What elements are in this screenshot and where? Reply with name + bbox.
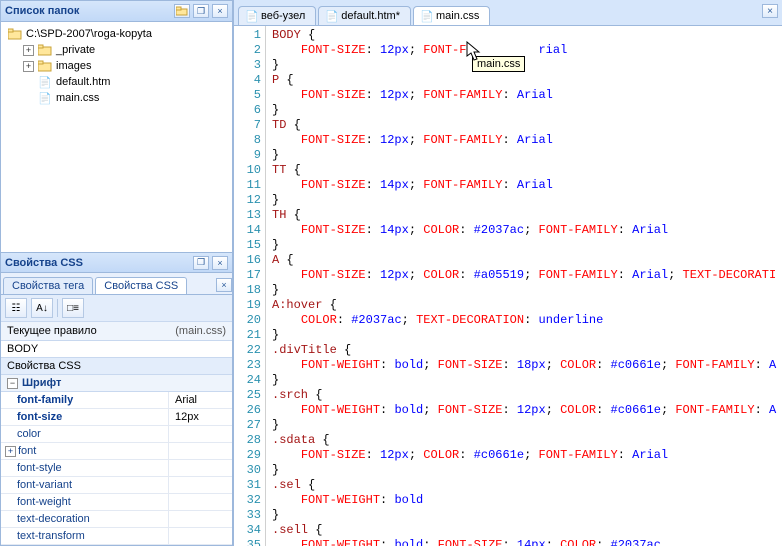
- property-row[interactable]: text-transform: [1, 528, 232, 545]
- tb-sort-icon[interactable]: A↓: [31, 298, 53, 318]
- line-gutter: 1234567891011121314151617181920212223242…: [234, 26, 266, 546]
- folder-list-header: Список папок ❐ ×: [0, 0, 233, 22]
- tb-categorized-icon[interactable]: ☷: [5, 298, 27, 318]
- editor-tab[interactable]: 📄default.htm*: [318, 6, 411, 25]
- property-row[interactable]: font-familyArial: [1, 392, 232, 409]
- folder-close-icon[interactable]: ×: [212, 4, 228, 18]
- folder-new-icon[interactable]: [174, 4, 190, 18]
- tree-root[interactable]: C:\SPD-2007\roga-kopyta: [3, 26, 230, 42]
- property-row[interactable]: text-decoration: [1, 511, 232, 528]
- folder-open-icon: [7, 27, 23, 41]
- property-row[interactable]: font-style: [1, 460, 232, 477]
- property-row[interactable]: font-size12px: [1, 409, 232, 426]
- tab-css-props[interactable]: Свойства CSS: [95, 277, 187, 294]
- tab-tooltip: main.css: [472, 56, 525, 72]
- css-file-icon: 📄: [37, 91, 53, 105]
- css-toolbar: ☷ A↓ □≡: [1, 295, 232, 322]
- plus-icon[interactable]: +: [23, 61, 34, 72]
- editor-tab-close-icon[interactable]: ×: [762, 4, 778, 18]
- folder-icon: [37, 59, 53, 73]
- editor-tab-strip: 📄веб-узел📄default.htm*📄main.css ×: [234, 0, 782, 26]
- code-content[interactable]: BODY { FONT-SIZE: 12px; FONT-FA rial}P {…: [266, 26, 782, 546]
- css-properties-panel: Свойства CSS ❐ × Свойства тега Свойства …: [0, 252, 233, 546]
- code-editor[interactable]: 1234567891011121314151617181920212223242…: [234, 26, 782, 546]
- editor-tab[interactable]: 📄веб-узел: [238, 6, 316, 25]
- tree-item[interactable]: 📄default.htm: [3, 74, 230, 90]
- category-font-row[interactable]: − Шрифт: [1, 375, 232, 392]
- current-rule-row: Текущее правило (main.css): [1, 322, 232, 341]
- css-pane-icon[interactable]: ❐: [193, 256, 209, 270]
- folder-icon: [37, 43, 53, 57]
- tb-show-icon[interactable]: □≡: [62, 298, 84, 318]
- minus-icon[interactable]: −: [7, 378, 18, 389]
- htm-file-icon: 📄: [37, 75, 53, 89]
- css-tabs-close-icon[interactable]: ×: [216, 278, 232, 292]
- tree-item[interactable]: +images: [3, 58, 230, 74]
- tree-item[interactable]: +_private: [3, 42, 230, 58]
- css-close-icon[interactable]: ×: [212, 256, 228, 270]
- tab-tag-props[interactable]: Свойства тега: [3, 277, 93, 294]
- property-row[interactable]: color: [1, 426, 232, 443]
- file-icon: 📄: [325, 10, 337, 22]
- tree-item[interactable]: 📄main.css: [3, 90, 230, 106]
- css-section-row: Свойства CSS: [1, 358, 232, 375]
- plus-icon[interactable]: +: [23, 45, 34, 56]
- editor-tab[interactable]: 📄main.css: [413, 6, 490, 25]
- selector-row[interactable]: BODY: [1, 341, 232, 358]
- folder-pane-icon[interactable]: ❐: [193, 4, 209, 18]
- css-panel-title: Свойства CSS: [5, 257, 193, 269]
- property-table: font-familyArialfont-size12pxcolor+fontf…: [1, 392, 232, 545]
- property-row[interactable]: font-weight: [1, 494, 232, 511]
- folder-list-title: Список папок: [5, 5, 174, 17]
- file-icon: 📄: [420, 10, 432, 22]
- property-row[interactable]: font-variant: [1, 477, 232, 494]
- plus-icon[interactable]: +: [5, 446, 16, 457]
- folder-tree[interactable]: C:\SPD-2007\roga-kopyta +_private+images…: [0, 22, 233, 252]
- file-icon: 📄: [245, 10, 257, 22]
- css-tab-strip: Свойства тега Свойства CSS ×: [1, 273, 232, 295]
- property-row[interactable]: +font: [1, 443, 232, 460]
